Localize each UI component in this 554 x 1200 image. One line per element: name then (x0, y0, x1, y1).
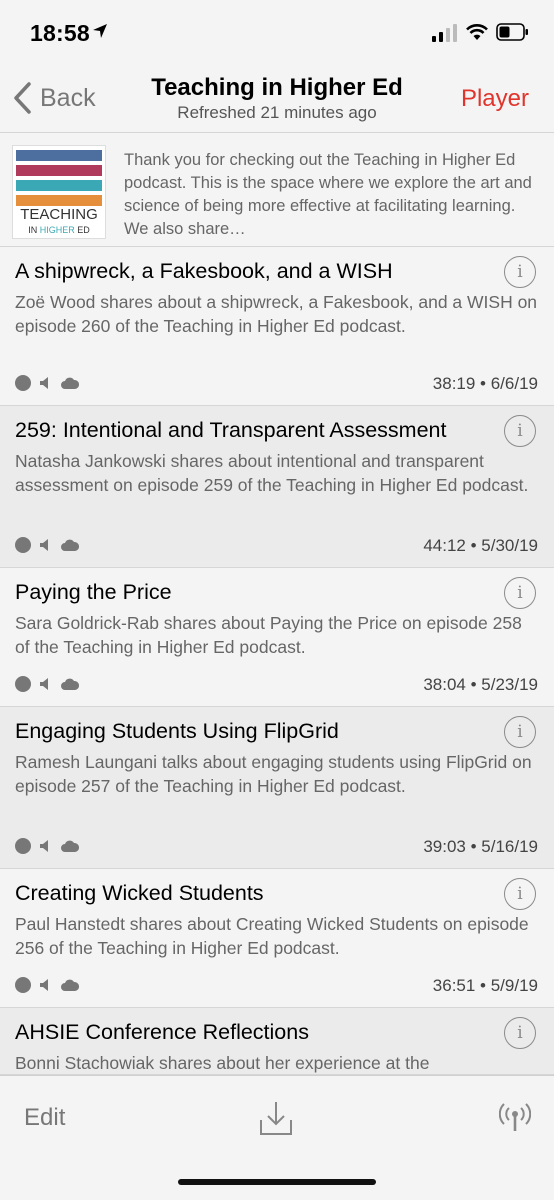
status-time: 18:58 (30, 20, 90, 46)
cloud-icon (61, 377, 79, 389)
unplayed-dot-icon (15, 375, 31, 391)
home-indicator (178, 1179, 376, 1185)
episode-status-icons (15, 537, 79, 553)
episode-duration-date: 38:19 • 6/6/19 (432, 374, 538, 393)
episode-row[interactable]: AHSIE Conference Reflections i Bonni Stach… (0, 1008, 554, 1075)
podcast-header[interactable]: TEACHING IN HIGHER ED Thank you for chec… (0, 132, 554, 247)
podcast-description: Thank you for checking out the Teaching … (124, 151, 532, 238)
episode-description: Natasha Jankowski shares about intention… (15, 451, 529, 495)
episode-duration-date: 44:12 • 5/30/19 (423, 536, 538, 555)
wifi-icon (466, 24, 488, 40)
artwork-title: TEACHING (20, 206, 98, 223)
navigation-bar: Back Teaching in Higher Ed Refreshed 21 … (0, 66, 554, 132)
info-icon[interactable]: i (504, 577, 536, 609)
episode-description: Zoë Wood shares about a shipwreck, a Fak… (15, 292, 538, 336)
episode-title: AHSIE Conference Reflections (15, 1020, 309, 1044)
player-button[interactable]: Player (461, 85, 529, 113)
episode-row[interactable]: Paying the Price i Sara Goldrick-Rab share… (0, 568, 554, 707)
episode-status-icons (15, 838, 79, 854)
info-icon[interactable]: i (504, 878, 536, 910)
podcast-artwork: TEACHING IN HIGHER ED (12, 145, 106, 239)
episode-title: Creating Wicked Students (15, 881, 264, 905)
speaker-icon (40, 539, 48, 551)
episode-description: Bonni Stachowiak shares about her experi… (15, 1053, 430, 1073)
speaker-icon (40, 377, 48, 389)
location-arrow-icon (93, 24, 107, 38)
episode-list[interactable]: A shipwreck, a Fakesbook, and a WISH i Zoë… (0, 247, 554, 1075)
info-icon[interactable]: i (504, 716, 536, 748)
info-icon[interactable]: i (504, 415, 536, 447)
episode-row[interactable]: Creating Wicked Students i Paul Hanstedt s… (0, 869, 554, 1008)
download-icon[interactable] (259, 1100, 293, 1136)
episode-status-icons (15, 375, 79, 391)
info-icon[interactable]: i (504, 256, 536, 288)
artwork-subtitle: IN HIGHER ED (28, 225, 90, 235)
episode-description: Ramesh Laungani talks about engaging stu… (15, 752, 532, 796)
episode-duration-date: 38:04 • 5/23/19 (423, 675, 538, 694)
broadcast-antenna-icon[interactable] (499, 1103, 531, 1133)
status-bar: 18:58 (0, 0, 554, 66)
episode-title: 259: Intentional and Transparent Assessm… (15, 418, 447, 442)
cloud-icon (61, 678, 79, 690)
episode-row[interactable]: Engaging Students Using FlipGrid i Ramesh … (0, 707, 554, 869)
episode-row[interactable]: 259: Intentional and Transparent Assessm… (0, 406, 554, 568)
episode-title: A shipwreck, a Fakesbook, and a WISH (15, 259, 393, 283)
episode-title: Paying the Price (15, 580, 172, 604)
speaker-icon (40, 840, 48, 852)
episode-status-icons (15, 977, 79, 993)
info-icon[interactable]: i (504, 1017, 536, 1049)
episode-duration-date: 36:51 • 5/9/19 (432, 976, 538, 995)
episode-status-icons (15, 676, 79, 692)
unplayed-dot-icon (15, 537, 31, 553)
episode-title: Engaging Students Using FlipGrid (15, 719, 339, 743)
bottom-toolbar: Edit (0, 1075, 554, 1200)
episode-description: Sara Goldrick-Rab shares about Paying th… (15, 613, 522, 657)
artwork-stripe (16, 165, 102, 176)
speaker-icon (40, 979, 48, 991)
cloud-icon (61, 840, 79, 852)
artwork-stripe (16, 180, 102, 191)
cloud-icon (61, 979, 79, 991)
edit-button[interactable]: Edit (24, 1104, 65, 1132)
episode-row[interactable]: A shipwreck, a Fakesbook, and a WISH i Zoë… (0, 247, 554, 406)
cloud-icon (61, 539, 79, 551)
cellular-signal-icon (432, 24, 457, 42)
battery-icon (496, 23, 528, 41)
episode-duration-date: 39:03 • 5/16/19 (423, 837, 538, 856)
artwork-stripe (16, 150, 102, 161)
unplayed-dot-icon (15, 676, 31, 692)
episode-description: Paul Hanstedt shares about Creating Wick… (15, 914, 529, 958)
unplayed-dot-icon (15, 977, 31, 993)
artwork-stripe (16, 195, 102, 206)
speaker-icon (40, 678, 48, 690)
unplayed-dot-icon (15, 838, 31, 854)
